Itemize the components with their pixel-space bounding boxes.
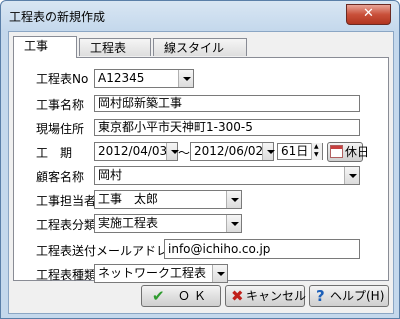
dialog-client-area: 工事 工程表 線スタイル 工程表No A12345 工事名称 岡村邸新築工事 現… xyxy=(8,31,394,314)
holiday-button-label: 休日 xyxy=(345,145,370,159)
chevron-down-icon[interactable] xyxy=(212,265,227,282)
tab-kouteihyou[interactable]: 工程表 xyxy=(79,38,151,56)
chevron-down-icon[interactable] xyxy=(262,143,275,160)
person-value: 工事 太郎 xyxy=(98,192,159,206)
period-end-date[interactable]: 2012/06/02 xyxy=(190,142,275,161)
title-bar[interactable]: 工程表の新規作成 ✕ xyxy=(1,1,399,31)
tab-label: 工程表 xyxy=(90,41,127,55)
period-separator: ～ xyxy=(178,146,191,160)
kouji-name-label: 工事名称 xyxy=(36,98,85,112)
koutei-no-combo[interactable]: A12345 xyxy=(94,69,194,88)
holiday-button[interactable]: 休日 xyxy=(327,142,369,162)
site-address-label: 現場住所 xyxy=(36,122,85,136)
cross-icon: ✖ xyxy=(231,287,244,305)
customer-value: 岡村 xyxy=(98,168,123,182)
tab-line-style[interactable]: 線スタイル xyxy=(153,38,247,56)
check-icon: ✔ xyxy=(152,287,165,305)
chevron-down-icon[interactable] xyxy=(344,167,359,184)
customer-combo[interactable]: 岡村 xyxy=(94,166,360,185)
period-start-value: 2012/04/03 xyxy=(98,144,168,158)
tab-label: 工事 xyxy=(24,39,49,53)
window-title: 工程表の新規作成 xyxy=(9,10,106,24)
question-icon: ? xyxy=(316,287,325,305)
spin-down-icon[interactable]: ▼ xyxy=(314,152,319,158)
category-combo[interactable]: 実施工程表 xyxy=(94,214,242,233)
chevron-down-icon[interactable] xyxy=(226,215,241,232)
period-days-value: 61日 xyxy=(281,144,309,158)
customer-label: 顧客名称 xyxy=(36,170,85,184)
tab-kouji[interactable]: 工事 xyxy=(13,36,77,58)
cancel-button-label: キャンセル xyxy=(246,289,307,303)
period-label: 工 期 xyxy=(36,146,73,160)
type-label: 工程表種類 xyxy=(36,268,97,282)
chevron-down-icon[interactable] xyxy=(226,191,241,208)
period-start-date[interactable]: 2012/04/03 xyxy=(94,142,179,161)
chevron-down-icon[interactable] xyxy=(166,143,179,160)
help-button[interactable]: ? ヘルプ(H) xyxy=(309,285,389,307)
period-end-value: 2012/06/02 xyxy=(194,144,264,158)
kouji-name-input[interactable]: 岡村邸新築工事 xyxy=(94,95,360,112)
spin-up-icon[interactable]: ▲ xyxy=(314,144,319,150)
calendar-icon xyxy=(330,145,343,158)
ok-button[interactable]: ✔ Ｏ Ｋ xyxy=(141,285,221,307)
tab-label: 線スタイル xyxy=(164,41,225,55)
mail-label: 工程表送付メールアドレス xyxy=(36,244,181,258)
person-label: 工事担当者 xyxy=(36,194,97,208)
category-value: 実施工程表 xyxy=(98,216,159,230)
mail-input[interactable]: info@ichiho.co.jp xyxy=(164,239,360,259)
cancel-button[interactable]: ✖ キャンセル xyxy=(225,285,307,307)
dialog-window: 工程表の新規作成 ✕ 工事 工程表 線スタイル 工程表No A12345 工事名… xyxy=(0,0,400,319)
help-button-label: ヘルプ(H) xyxy=(330,289,385,303)
koutei-no-label: 工程表No xyxy=(36,72,89,86)
category-label: 工程表分類 xyxy=(36,218,97,232)
person-combo[interactable]: 工事 太郎 xyxy=(94,190,242,209)
ok-button-label: Ｏ Ｋ xyxy=(178,289,206,303)
chevron-down-icon[interactable] xyxy=(178,70,193,87)
tab-panel-kouji: 工程表No A12345 工事名称 岡村邸新築工事 現場住所 東京都小平市天神町… xyxy=(13,57,389,283)
type-value: ネットワーク工程表 xyxy=(98,266,207,280)
type-combo[interactable]: ネットワーク工程表 xyxy=(94,264,228,283)
site-address-input[interactable]: 東京都小平市天神町1-300-5 xyxy=(94,119,360,136)
days-spinner[interactable]: ▲ ▼ xyxy=(311,143,322,160)
koutei-no-value: A12345 xyxy=(98,71,145,85)
close-button[interactable]: ✕ xyxy=(346,4,391,25)
